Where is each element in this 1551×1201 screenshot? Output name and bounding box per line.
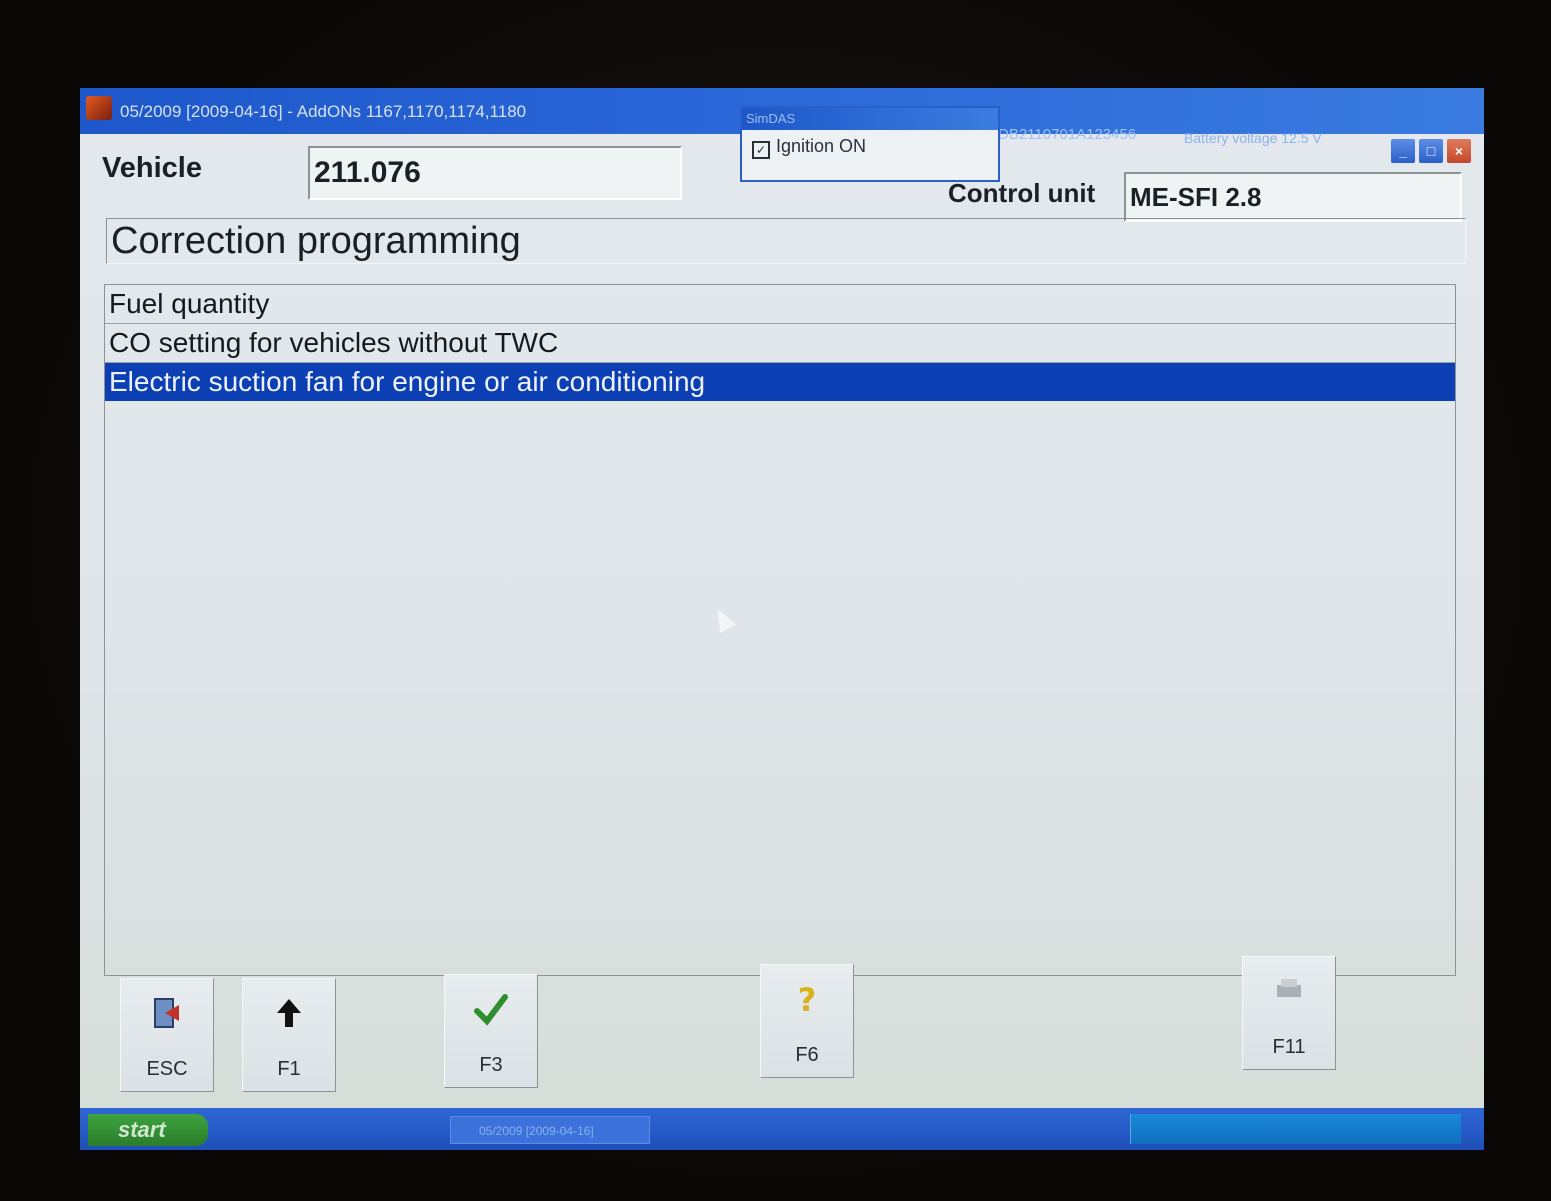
ignition-checkbox[interactable]: ✓ [752, 141, 770, 159]
taskbar-app-button[interactable]: 05/2009 [2009-04-16] [450, 1116, 650, 1144]
control-unit-field: ME-SFI 2.8 [1124, 172, 1462, 222]
battery-voltage: Battery voltage 12.5 V [1184, 130, 1322, 146]
window-title: 05/2009 [2009-04-16] - AddONs 1167,1170,… [120, 102, 527, 121]
fkey-label: F1 [277, 1058, 301, 1080]
fkey-label: F3 [479, 1054, 503, 1076]
f1-button[interactable]: F1 [242, 978, 336, 1092]
system-tray [1130, 1114, 1461, 1144]
minimize-button[interactable]: _ [1390, 138, 1416, 164]
f3-button[interactable]: F3 [444, 974, 538, 1088]
fkey-label: F11 [1272, 1036, 1306, 1058]
vehicle-label: Vehicle [102, 152, 202, 184]
vehicle-field: 211.076 [308, 146, 682, 200]
svg-text:?: ? [798, 981, 817, 1019]
fkey-label: ESC [146, 1058, 188, 1080]
control-unit-label: Control unit [948, 178, 1096, 208]
page-title: Correction programming [106, 218, 1466, 264]
ignition-label: Ignition ON [776, 136, 867, 156]
help-question-icon: ? [761, 979, 853, 1028]
popup-title: SimDAS [742, 108, 998, 130]
close-button[interactable]: × [1446, 138, 1472, 164]
menu-list: Fuel quantity CO setting for vehicles wi… [104, 284, 1456, 976]
list-item[interactable]: Fuel quantity [105, 285, 1455, 324]
exit-door-icon [121, 993, 213, 1042]
maximize-button[interactable]: □ [1418, 138, 1444, 164]
simdas-popup: SimDAS ✓ Ignition ON [740, 106, 1000, 182]
taskbar: start 05/2009 [2009-04-16] [80, 1108, 1484, 1150]
checkmark-icon [445, 989, 537, 1038]
list-item-selected[interactable]: Electric suction fan for engine or air c… [105, 363, 1455, 401]
vin-readout: DB2110701A123456 [998, 126, 1137, 143]
printer-icon [1243, 971, 1335, 1020]
f6-button[interactable]: ? F6 [760, 964, 854, 1078]
app-screen: 05/2009 [2009-04-16] - AddONs 1167,1170,… [80, 88, 1484, 1150]
f11-button[interactable]: F11 [1242, 956, 1336, 1070]
fkey-label: F6 [795, 1044, 819, 1066]
app-icon [86, 96, 112, 120]
start-button[interactable]: start [88, 1114, 208, 1146]
arrow-up-icon [243, 993, 335, 1042]
esc-button[interactable]: ESC [120, 978, 214, 1092]
list-item[interactable]: CO setting for vehicles without TWC [105, 324, 1455, 363]
